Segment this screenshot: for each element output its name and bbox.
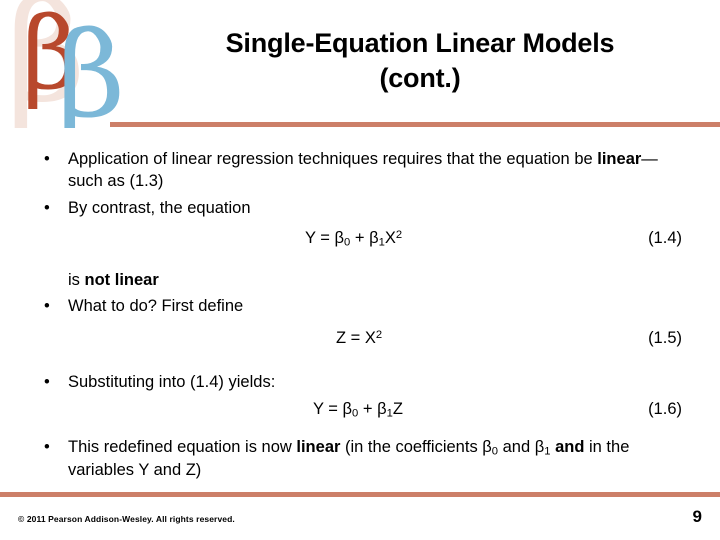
equation-row: Z = X2 (1.5) <box>0 329 720 357</box>
bullet-marker-icon: • <box>44 373 50 392</box>
bullet-marker-icon: • <box>44 150 50 168</box>
equation-expression: Y = β0 + β1Z <box>313 399 403 420</box>
bullet-marker-icon: • <box>44 198 50 217</box>
equation-number: (1.5) <box>648 329 682 348</box>
equation-row: Y = β0 + β1X2 (1.4) <box>0 229 720 257</box>
list-item: • This redefined equation is now linear … <box>0 436 720 482</box>
beta-logo: β β β <box>0 0 140 128</box>
copyright-notice: © 2011 Pearson Addison-Wesley. All right… <box>18 514 235 524</box>
list-item: • What to do? First define <box>0 295 720 317</box>
slide-body: • Application of linear regression techn… <box>0 148 720 488</box>
list-item-text: This redefined equation is now linear (i… <box>68 437 630 480</box>
bullet-marker-icon: • <box>44 297 50 316</box>
interjection-text: is not linear <box>68 270 159 289</box>
equation-expression: Z = X2 <box>336 329 383 348</box>
header-divider <box>110 122 720 127</box>
page-title: Single-Equation Linear Models (cont.) <box>140 26 700 95</box>
slide-canvas: β β β Single-Equation Linear Models (con… <box>0 0 720 540</box>
bullet-marker-icon: • <box>44 437 50 456</box>
equation-number: (1.6) <box>648 399 682 418</box>
equation-number: (1.4) <box>648 228 682 247</box>
emphasis-not-linear: not linear <box>84 270 159 289</box>
list-item: • By contrast, the equation <box>0 197 720 219</box>
page-title-line-1: Single-Equation Linear Models <box>225 28 615 58</box>
list-item-text: By contrast, the equation <box>68 198 251 217</box>
list-item-text: Application of linear regression techniq… <box>68 150 658 191</box>
equation-row: Y = β0 + β1Z (1.6) <box>0 400 720 428</box>
list-item-text: Substituting into (1.4) yields: <box>68 373 276 392</box>
list-item: • Substituting into (1.4) yields: <box>0 371 720 393</box>
list-item: • Application of linear regression techn… <box>0 148 720 193</box>
footer-divider <box>0 492 720 497</box>
equation-expression: Y = β0 + β1X2 <box>305 228 403 249</box>
emphasis-linear: linear <box>597 150 642 168</box>
beta-logo-blue-glyph: β <box>57 6 126 128</box>
emphasis-linear: linear <box>296 437 341 456</box>
page-title-line-2: (cont.) <box>379 62 461 93</box>
list-item-text: What to do? First define <box>68 297 244 316</box>
page-number: 9 <box>692 507 702 526</box>
emphasis-and: and <box>555 437 585 456</box>
